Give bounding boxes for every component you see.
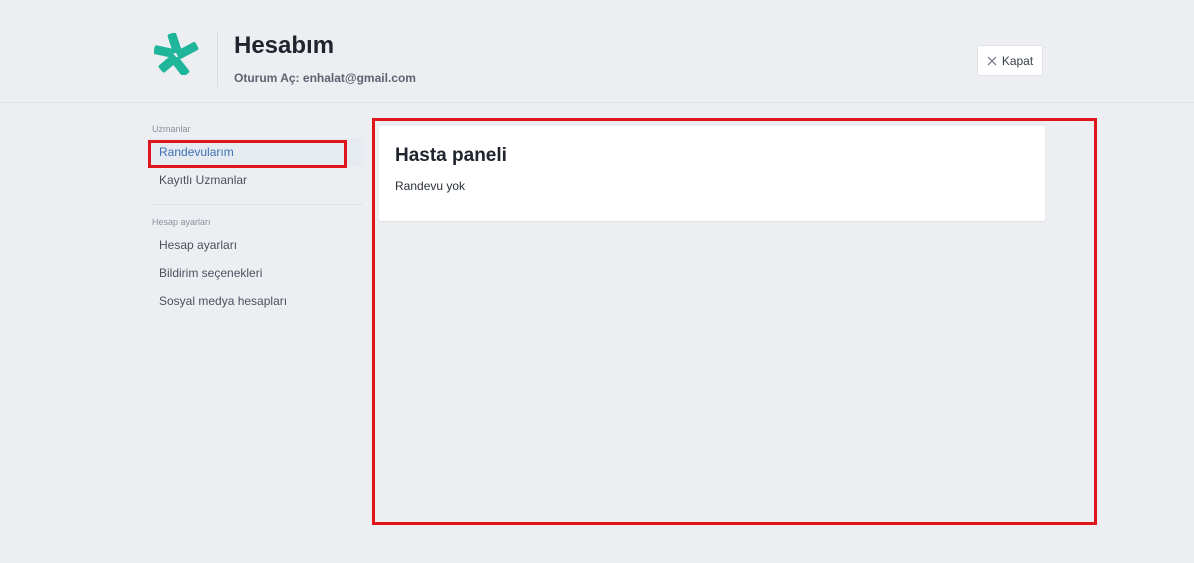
sidebar-item-social-media-accounts[interactable]: Sosyal medya hesapları: [150, 287, 364, 315]
login-info: Oturum Aç: enhalat@gmail.com: [234, 71, 416, 85]
doctor-star-logo-icon[interactable]: [153, 32, 200, 77]
sidebar-item-account-settings[interactable]: Hesap ayarları: [150, 231, 364, 259]
sidebar-section-label-specialists: Uzmanlar: [152, 124, 191, 134]
sidebar-item-saved-specialists[interactable]: Kayıtlı Uzmanlar: [150, 166, 364, 194]
patient-panel-card: Hasta paneli Randevu yok: [379, 126, 1045, 221]
close-button-label: Kapat: [1001, 53, 1034, 68]
close-icon: [987, 56, 997, 66]
sidebar-section-label-account: Hesap ayarları: [152, 217, 211, 227]
page-title: Hesabım: [234, 32, 335, 59]
page-header: Hesabım Oturum Aç: enhalat@gmail.com Kap…: [0, 0, 1194, 103]
sidebar: Uzmanlar Randevularım Kayıtlı Uzmanlar H…: [150, 120, 364, 315]
sidebar-item-notification-options[interactable]: Bildirim seçenekleri: [150, 259, 364, 287]
no-appointments-text: Randevu yok: [395, 179, 466, 193]
close-button[interactable]: Kapat: [977, 45, 1043, 76]
card-title: Hasta paneli: [395, 145, 507, 166]
header-divider: [217, 31, 218, 87]
sidebar-divider: [150, 204, 363, 205]
sidebar-item-appointments[interactable]: Randevularım: [150, 138, 364, 166]
